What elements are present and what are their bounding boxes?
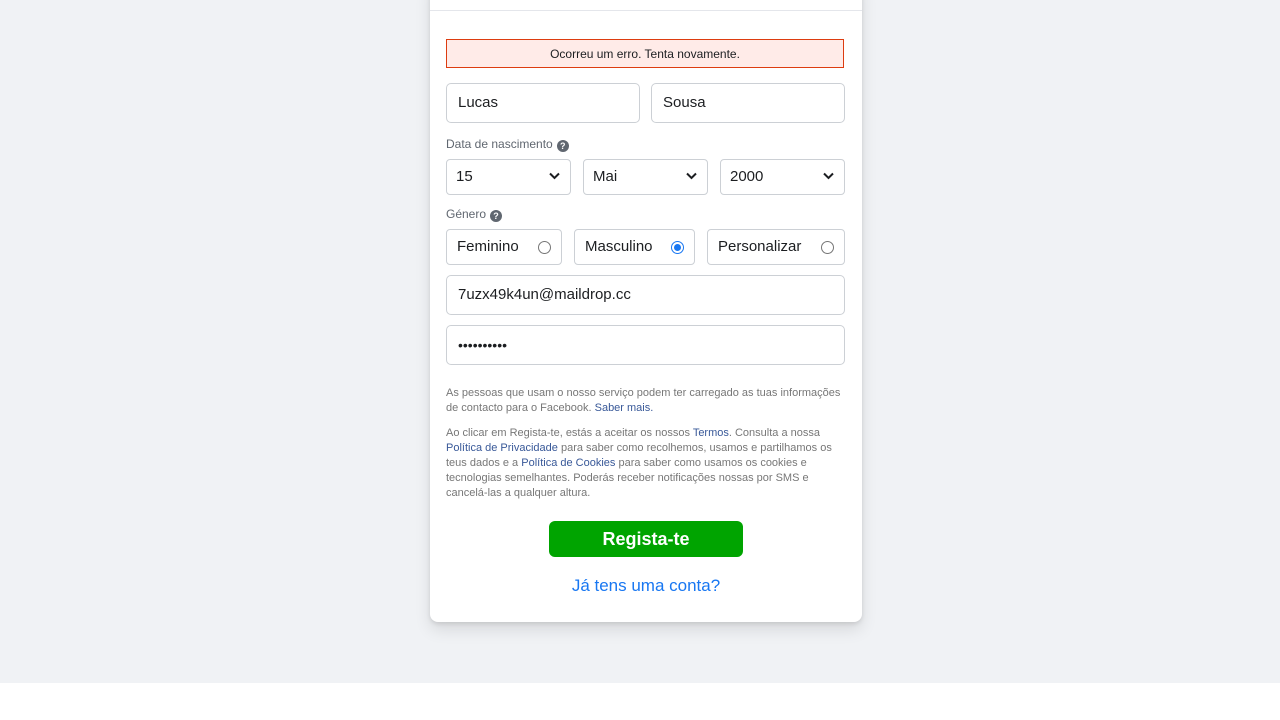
learn-more-link[interactable]: Saber mais.: [595, 402, 654, 414]
radio-button[interactable]: [821, 241, 834, 254]
terms-link[interactable]: Termos: [693, 427, 729, 439]
question-circle-icon[interactable]: ?: [556, 140, 569, 152]
birthday-day-value: 15: [456, 168, 473, 185]
birthday-day-select[interactable]: 15: [446, 159, 571, 195]
birthday-year-select[interactable]: 2000: [720, 159, 845, 195]
first-name-input[interactable]: Lucas: [446, 83, 640, 123]
gender-option-personalizar[interactable]: Personalizar: [707, 229, 845, 265]
gender-option-label: Feminino: [457, 238, 519, 255]
gender-option-label: Personalizar: [718, 238, 802, 255]
signup-card: Ocorreu um erro. Tenta novamente. Lucas …: [430, 0, 862, 622]
question-circle-icon[interactable]: ?: [490, 210, 503, 222]
cookies-policy-link[interactable]: Política de Cookies: [521, 457, 615, 469]
existing-account-link[interactable]: Já tens uma conta?: [430, 576, 862, 596]
chevron-down-icon: [686, 172, 697, 180]
birthday-label: Data de nascimento?: [446, 137, 569, 152]
terms-text-2: . Consulta a nossa: [728, 427, 820, 439]
privacy-policy-link[interactable]: Política de Privacidade: [446, 442, 558, 454]
gender-label-text: Género: [446, 207, 487, 221]
terms-text: Ao clicar em Regista-te, estás a aceitar…: [446, 426, 846, 501]
radio-button[interactable]: [538, 241, 551, 254]
birthday-month-value: Mai: [593, 168, 618, 185]
last-name-input[interactable]: Sousa: [651, 83, 845, 123]
contact-notice: As pessoas que usam o nosso serviço pode…: [446, 386, 846, 416]
terms-text-1: Ao clicar em Regista-te, estás a aceitar…: [446, 427, 690, 439]
gender-option-masculino[interactable]: Masculino: [574, 229, 695, 265]
birthday-label-text: Data de nascimento: [446, 137, 553, 151]
gender-label: Género?: [446, 207, 503, 222]
gender-option-label: Masculino: [585, 238, 653, 255]
chevron-down-icon: [549, 172, 560, 180]
signup-button[interactable]: Regista-te: [549, 521, 743, 557]
error-banner: Ocorreu um erro. Tenta novamente.: [446, 39, 844, 68]
email-input[interactable]: 7uzx49k4un@maildrop.cc: [446, 275, 845, 315]
chevron-down-icon: [823, 172, 834, 180]
password-input[interactable]: ••••••••••: [446, 325, 845, 365]
birthday-month-select[interactable]: Mai: [583, 159, 708, 195]
radio-button-selected[interactable]: [671, 241, 684, 254]
birthday-year-value: 2000: [730, 168, 764, 185]
card-divider: [430, 10, 862, 11]
gender-option-feminino[interactable]: Feminino: [446, 229, 562, 265]
